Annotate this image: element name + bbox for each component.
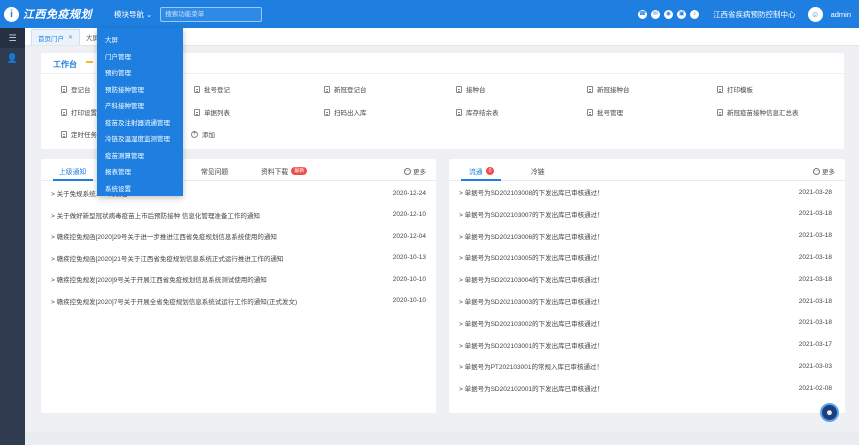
new-badge: 最新: [291, 167, 308, 175]
top-right-area: ☎ ✉ ◉ ▣ ♪ 江西省疾病预防控制中心 ☺ admin: [638, 0, 851, 28]
document-icon: [61, 85, 67, 93]
workbench-item-batch-register[interactable]: 批号登记: [194, 84, 230, 94]
user-icon[interactable]: 👤: [0, 48, 25, 68]
menu-item-dashboard[interactable]: 大屏: [97, 33, 183, 50]
list-item[interactable]: > 赣疾控免规函[2020]29号关于进一步推进江西省免疫规划信息系统使用的通知…: [51, 229, 426, 243]
document-icon: [324, 85, 330, 93]
logo-icon: i: [4, 6, 19, 22]
list-item[interactable]: > 赣疾控免规发[2020]9号关于开展江西省免疫规划信息系统测试使用的通知 20…: [51, 272, 426, 286]
close-icon[interactable]: ✕: [68, 34, 73, 41]
tab-superior-notice[interactable]: 上级通知: [59, 166, 86, 176]
workbench-item-document-list[interactable]: 单据列表: [194, 107, 230, 117]
menu-item-report-management[interactable]: 报表管理: [97, 165, 183, 182]
list-item[interactable]: > 单据号为SD202103002的下发出库已审核通过！ 2021-03-18: [459, 316, 832, 330]
tab-cold-chain[interactable]: 冷链: [531, 166, 545, 176]
assistant-bot-icon[interactable]: ☻: [820, 403, 839, 422]
bottom-bar: [25, 432, 859, 445]
workbench-item-register[interactable]: 登记台: [61, 84, 91, 94]
menu-item-vaccine-estimation[interactable]: 疫苗测算管理: [97, 149, 183, 166]
workbench-item-covid-summary[interactable]: 新冠疫苗接种信息汇总表: [717, 107, 799, 117]
list-item[interactable]: > 赣疾控免规函[2020]21号关于江西省免疫规划信息系统正式运行推进工作的通…: [51, 251, 426, 265]
bell-icon[interactable]: ♪: [690, 9, 700, 19]
document-icon: [587, 85, 593, 93]
menu-item-obstetric-vaccination[interactable]: 产科接种管理: [97, 99, 183, 116]
logo[interactable]: i 江西免疫规划: [4, 6, 100, 22]
document-icon: [717, 108, 723, 116]
app-title: 江西免疫规划: [23, 9, 92, 21]
workbench-item-inventory-balance[interactable]: 库存结余表: [456, 107, 499, 117]
record-icon[interactable]: ▣: [677, 9, 687, 19]
chevron-down-icon: ⌄: [146, 9, 153, 19]
list-item[interactable]: > 单据号为SD202102001的下发出库已审核通过！ 2021-02-08: [459, 381, 832, 395]
workbench-item-covid-register[interactable]: 新冠登记台: [324, 84, 367, 94]
menu-item-vaccination-management[interactable]: 预防接种管理: [97, 83, 183, 100]
list-item[interactable]: > 单据号为SD202103004的下发出库已审核通过！ 2021-03-18: [459, 272, 832, 286]
tab-label: 首页门户: [38, 35, 64, 43]
left-rail: ☰ 👤: [0, 28, 25, 445]
module-nav-button[interactable]: 模块导航 ⌄: [114, 9, 152, 20]
module-nav-label: 模块导航: [114, 9, 144, 19]
list-item[interactable]: > 赣疾控免规发[2020]7号关于开展全省免疫规划信息系统试运行工作的通知(正…: [51, 294, 426, 308]
document-icon: [456, 85, 462, 93]
document-icon: [587, 108, 593, 116]
workbench-title: 工作台: [53, 60, 77, 69]
tab-faq[interactable]: 常见问题: [201, 166, 228, 176]
notice-more-link[interactable]: ⋯ 更多: [404, 166, 426, 176]
menu-toggle-icon[interactable]: ☰: [0, 28, 25, 48]
list-item[interactable]: > 单据号为SD202103005的下发出库已审核通过！ 2021-03-18: [459, 250, 832, 264]
document-icon: [61, 108, 67, 116]
workbench-item-scan-io[interactable]: 扫码出入库: [324, 107, 367, 117]
plus-icon: +: [191, 130, 198, 138]
document-icon: [194, 108, 200, 116]
title-accent: [86, 61, 93, 63]
avatar[interactable]: ☺: [807, 6, 823, 22]
phone-icon[interactable]: ☎: [638, 9, 648, 19]
document-icon: [324, 108, 330, 116]
menu-item-portal-management[interactable]: 门户管理: [97, 50, 183, 67]
top-bar: i 江西免疫规划 模块导航 ⌄ ☎ ✉ ◉ ▣ ♪ 江西省疾病预防控制中心 ☺ …: [0, 0, 859, 28]
menu-item-appointment-management[interactable]: 预约管理: [97, 66, 183, 83]
menu-item-system-settings[interactable]: 系统设置: [97, 182, 183, 199]
org-name: 江西省疾病预防控制中心: [713, 9, 796, 19]
document-icon: [194, 85, 200, 93]
list-item[interactable]: > 单据号为PT202103001的常规入库已审核通过！ 2021-03-03: [459, 359, 832, 373]
active-tab-indicator: [53, 179, 93, 181]
list-item[interactable]: > 单据号为SD202103007的下发出库已审核通过！ 2021-03-18: [459, 207, 832, 221]
username[interactable]: admin: [831, 10, 851, 19]
list-item[interactable]: > 关于做好新型冠状病毒疫苗上市后预防接种 信息化管理准备工作的通知 2020-1…: [51, 208, 426, 222]
active-tab-indicator: [461, 179, 501, 181]
document-icon: [717, 85, 723, 93]
workbench-item-covid-vaccination[interactable]: 新冠接种台: [587, 84, 630, 94]
search-input[interactable]: [160, 6, 263, 22]
workbench-add-button[interactable]: + 添加: [191, 129, 215, 139]
tab-home-portal[interactable]: 首页门户 ✕: [31, 29, 81, 45]
workbench-item-print-template[interactable]: 打印模板: [717, 84, 753, 94]
list-item[interactable]: > 单据号为SD202103008的下发出库已审核通过！ 2021-03-28: [459, 185, 832, 199]
tab-circulation[interactable]: 流通 0: [469, 166, 495, 176]
list-item[interactable]: > 单据号为SD202103003的下发出库已审核通过！ 2021-03-18: [459, 294, 832, 308]
document-icon: [61, 130, 67, 138]
message-icon[interactable]: ✉: [651, 9, 661, 19]
list-item[interactable]: > 单据号为SD202103006的下发出库已审核通过！ 2021-03-18: [459, 229, 832, 243]
count-badge: 0: [485, 167, 495, 175]
document-icon: [456, 108, 462, 116]
circulation-panel: 流通 0 冷链 ⋯ 更多 > 单据号为SD202103008的下发出库已审核通过！ 2…: [449, 159, 845, 413]
more-icon: ⋯: [813, 167, 820, 175]
circulation-tabs: 流通 0 冷链 ⋯ 更多: [449, 159, 845, 181]
menu-item-cold-chain-monitoring[interactable]: 冷链及温湿度监测管理: [97, 132, 183, 149]
module-nav-dropdown: 大屏 门户管理 预约管理 预防接种管理 产科接种管理 疫苗及注射器流通管理 冷链…: [97, 28, 183, 196]
chat-icon[interactable]: ◉: [664, 9, 674, 19]
circulation-more-link[interactable]: ⋯ 更多: [813, 166, 835, 176]
workbench-item-batch-management[interactable]: 批号管理: [587, 107, 623, 117]
more-icon: ⋯: [404, 167, 411, 175]
menu-item-vaccine-circulation[interactable]: 疫苗及注射器流通管理: [97, 116, 183, 133]
list-item[interactable]: > 单据号为SD202103001的下发出库已审核通过！ 2021-03-17: [459, 338, 832, 352]
workbench-item-print-settings[interactable]: 打印设置: [61, 107, 97, 117]
workbench-item-scheduled-tasks[interactable]: 定时任务: [61, 129, 97, 139]
tab-downloads[interactable]: 资料下载 最新: [261, 166, 308, 176]
workbench-item-vaccination[interactable]: 接种台: [456, 84, 486, 94]
